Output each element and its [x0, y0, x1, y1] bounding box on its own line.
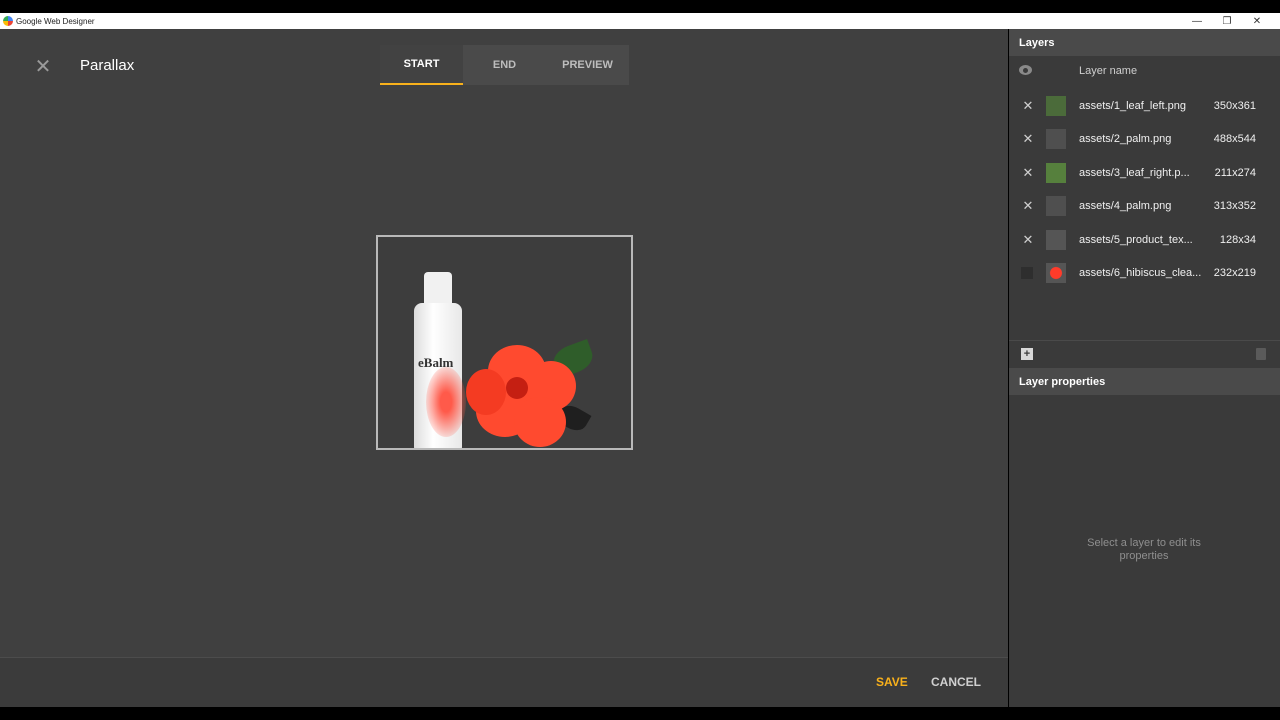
layers-panel-title: Layers	[1009, 29, 1280, 56]
layer-row[interactable]: ✕ assets/1_leaf_left.png 350x361	[1009, 90, 1280, 123]
leaf-thumbnail-icon	[1046, 162, 1066, 183]
layer-list: ✕ assets/1_leaf_left.png 350x361 ✕ asset…	[1009, 90, 1280, 290]
tab-preview[interactable]: PREVIEW	[546, 45, 629, 85]
dialog-title: Parallax	[80, 57, 135, 74]
layer-name: assets/4_palm.png	[1079, 200, 1172, 213]
text-thumbnail-icon	[1046, 229, 1066, 250]
layer-size: 128x34	[1219, 233, 1256, 246]
layer-name-header: Layer name	[1079, 65, 1138, 77]
hibiscus-center	[506, 377, 528, 399]
add-layer-icon[interactable]: +	[1021, 348, 1033, 360]
remove-layer-icon[interactable]: ✕	[1021, 165, 1035, 180]
parallax-editor: ✕ Parallax START END PREVIEW eBalm	[0, 29, 1008, 657]
layer-name: assets/2_palm.png	[1079, 133, 1172, 146]
layer-row[interactable]: ✕ assets/5_product_tex... 128x34	[1009, 224, 1280, 257]
hibiscus-petal	[466, 369, 506, 415]
window-title: Google Web Designer	[16, 16, 95, 26]
panel-divider	[1009, 340, 1280, 341]
restore-icon[interactable]: ❐	[1212, 13, 1242, 29]
close-icon[interactable]: ✕	[33, 57, 53, 77]
layer-row[interactable]: ✕ assets/2_palm.png 488x544	[1009, 123, 1280, 156]
window-titlebar: Google Web Designer — ❐ ✕	[0, 13, 1280, 29]
window-controls: — ❐ ✕	[1182, 13, 1272, 29]
layers-column-header: Layer name	[1009, 56, 1280, 86]
remove-layer-icon[interactable]: ✕	[1021, 199, 1035, 213]
layer-size: 488x544	[1213, 133, 1256, 146]
save-button[interactable]: SAVE	[876, 675, 908, 689]
remove-layer-icon[interactable]: ✕	[1021, 232, 1035, 247]
stage-preview[interactable]: eBalm	[376, 235, 633, 450]
bottle-cap-image	[424, 272, 452, 305]
layer-size: 232x219	[1213, 266, 1256, 279]
dialog-footer: SAVE CANCEL	[0, 657, 1008, 708]
layer-row[interactable]: ✕ assets/4_palm.png 313x352	[1009, 190, 1280, 223]
remove-layer-icon[interactable]: ✕	[1021, 132, 1035, 146]
remove-layer-icon[interactable]: ✕	[1021, 99, 1035, 113]
layer-size: 350x361	[1213, 100, 1256, 112]
app-logo-icon	[3, 16, 13, 26]
window-close-icon[interactable]: ✕	[1242, 13, 1272, 29]
layer-name: assets/5_product_tex...	[1079, 233, 1193, 246]
tab-end[interactable]: END	[463, 45, 546, 85]
layer-name: assets/1_leaf_left.png	[1079, 100, 1187, 112]
trash-icon[interactable]	[1256, 348, 1266, 360]
leaf-thumbnail-icon	[1046, 96, 1066, 116]
properties-hint: Select a layer to edit its properties	[1087, 537, 1201, 562]
palm-thumbnail-icon	[1046, 129, 1066, 150]
tab-start[interactable]: START	[380, 45, 463, 85]
hibiscus-petal	[514, 397, 566, 447]
hibiscus-thumbnail-icon	[1046, 262, 1066, 283]
layer-name: assets/3_leaf_right.p...	[1079, 166, 1190, 179]
bottle-splash-image	[426, 367, 466, 437]
layer-size: 211x274	[1214, 166, 1256, 179]
bottom-strip	[0, 707, 1280, 720]
right-panel: Layers Layer name ✕ assets/1_leaf_left.p…	[1009, 29, 1280, 707]
layer-row[interactable]: assets/6_hibiscus_clea... 232x219	[1009, 257, 1280, 290]
layer-size: 313x352	[1213, 200, 1256, 213]
layer-name: assets/6_hibiscus_clea...	[1079, 266, 1202, 279]
minimize-icon[interactable]: —	[1182, 13, 1212, 29]
properties-panel-header: Layer properties	[1009, 368, 1280, 395]
palm-thumbnail-icon	[1046, 196, 1066, 217]
view-tabs: START END PREVIEW	[380, 45, 629, 85]
product-brand-text: eBalm	[418, 355, 454, 370]
layer-row[interactable]: ✕ assets/3_leaf_right.p... 211x274	[1009, 157, 1280, 190]
cancel-button[interactable]: CANCEL	[931, 675, 981, 689]
layer-visibility-checkbox[interactable]	[1021, 266, 1033, 279]
properties-panel-title: Layer properties	[1009, 368, 1280, 395]
eye-icon[interactable]	[1019, 65, 1032, 75]
